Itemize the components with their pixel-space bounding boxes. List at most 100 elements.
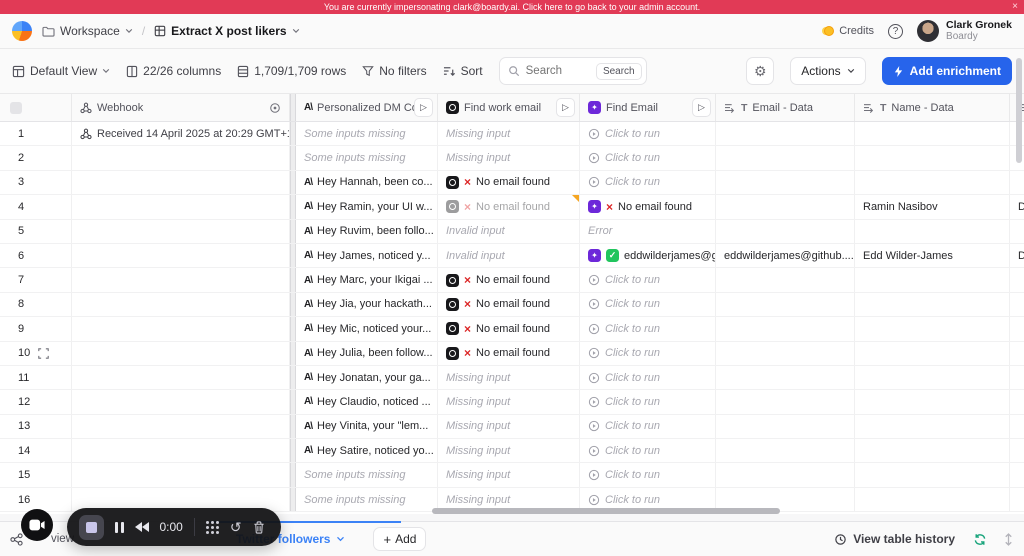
cell-email-data[interactable] (716, 365, 855, 390)
banner-close-icon[interactable]: × (1012, 1, 1018, 12)
cell-partial[interactable] (1010, 171, 1024, 194)
cell-email-data[interactable] (716, 170, 855, 195)
cell-personalized-dm[interactable]: Some inputs missing (296, 463, 438, 487)
row-height-toggle-icon[interactable] (1003, 532, 1014, 546)
cell-webhook[interactable] (72, 292, 290, 317)
actions-button[interactable]: Actions (790, 57, 866, 85)
chevron-down-icon[interactable] (292, 28, 300, 34)
cell-find-email[interactable]: ✦ ✓ eddwilderjames@g... (580, 243, 716, 268)
cell-personalized-dm[interactable]: A\ Hey Ruvim, been follo... (296, 219, 438, 243)
cell-name-data[interactable] (855, 341, 1010, 365)
search-input[interactable] (525, 65, 590, 77)
cell-find-email[interactable]: Click to run (580, 414, 716, 439)
cell-partial[interactable] (1010, 415, 1024, 438)
cell-webhook[interactable] (72, 219, 290, 243)
cell-personalized-dm[interactable]: A\ Hey Jonatan, your ga... (296, 365, 438, 390)
cell-email-data[interactable] (716, 317, 855, 341)
cell-email-data[interactable] (716, 463, 855, 487)
add-table-button[interactable]: + Add (373, 527, 427, 551)
column-header-webhook[interactable]: Webhook (72, 94, 290, 121)
run-column-button[interactable]: ▷ (556, 98, 575, 117)
row-number-cell[interactable]: 13 (0, 414, 72, 439)
cell-find-work-email[interactable]: × No email found (438, 292, 580, 317)
cell-webhook[interactable] (72, 195, 290, 219)
columns-button[interactable]: 22/26 columns (126, 64, 221, 78)
column-header-personalized-dm[interactable]: A\ Personalized DM Co ▷ (296, 94, 438, 121)
cell-webhook[interactable] (72, 414, 290, 439)
row-number-cell[interactable]: 8 (0, 292, 72, 317)
cell-name-data[interactable] (855, 219, 1010, 243)
cell-find-work-email[interactable]: Missing input (438, 146, 580, 170)
cell-find-work-email[interactable]: Missing input (438, 439, 580, 463)
cell-personalized-dm[interactable]: Some inputs missing (296, 122, 438, 146)
default-view-button[interactable]: Default View (12, 64, 110, 78)
cell-find-work-email[interactable]: × No email found (438, 341, 580, 365)
cell-find-work-email[interactable]: Invalid input (438, 243, 580, 268)
cell-webhook[interactable] (72, 146, 290, 170)
expand-row-icon[interactable] (38, 347, 50, 359)
cell-find-email[interactable]: ✦ × No email found (580, 195, 716, 219)
cell-personalized-dm[interactable]: A\ Hey Hannah, been co... (296, 170, 438, 195)
cell-webhook[interactable] (72, 317, 290, 341)
pause-recording-button[interactable] (115, 521, 124, 533)
column-header-find-work-email[interactable]: Find work email ▷ (438, 94, 580, 121)
cell-webhook[interactable] (72, 390, 290, 414)
cell-email-data[interactable]: eddwilderjames@github.... (716, 243, 855, 268)
select-all-checkbox[interactable] (10, 101, 22, 114)
target-icon[interactable] (269, 102, 281, 114)
cell-name-data[interactable] (855, 463, 1010, 487)
cell-partial[interactable] (1010, 268, 1024, 291)
run-column-button[interactable]: ▷ (692, 98, 711, 117)
breadcrumb-table-name[interactable]: Extract X post likers (171, 24, 286, 38)
cell-name-data[interactable] (855, 390, 1010, 414)
cell-webhook[interactable] (72, 243, 290, 268)
refresh-icon[interactable] (973, 533, 987, 546)
cell-email-data[interactable] (716, 122, 855, 146)
breadcrumb-workspace[interactable]: Workspace (60, 24, 120, 38)
cell-find-email[interactable]: Click to run (580, 292, 716, 317)
restart-recording-button[interactable] (134, 522, 149, 532)
cell-name-data[interactable] (855, 170, 1010, 195)
cell-find-email[interactable]: Click to run (580, 341, 716, 365)
cell-webhook[interactable] (72, 365, 290, 390)
cell-find-email[interactable]: Click to run (580, 365, 716, 390)
cell-personalized-dm[interactable]: A\ Hey Jia, your hackath... (296, 292, 438, 317)
cell-name-data[interactable] (855, 414, 1010, 439)
cell-email-data[interactable] (716, 146, 855, 170)
cell-find-email[interactable]: Click to run (580, 439, 716, 463)
cell-name-data[interactable]: Edd Wilder-James (855, 243, 1010, 268)
row-number-cell[interactable]: 6 (0, 243, 72, 268)
cell-webhook[interactable] (72, 170, 290, 195)
horizontal-scrollbar-thumb[interactable] (432, 508, 780, 514)
cell-email-data[interactable] (716, 439, 855, 463)
row-number-cell[interactable]: 15 (0, 463, 72, 487)
search-submit-chip[interactable]: Search (595, 62, 642, 80)
cell-partial[interactable] (1010, 463, 1024, 486)
cell-name-data[interactable] (855, 439, 1010, 463)
credits-button[interactable]: Credits (824, 25, 874, 37)
cell-email-data[interactable] (716, 341, 855, 365)
cell-find-email[interactable]: Click to run (580, 268, 716, 292)
cell-partial[interactable] (1010, 293, 1024, 316)
row-number-cell[interactable]: 14 (0, 439, 72, 463)
sort-button[interactable]: Sort (443, 64, 483, 78)
row-number-cell[interactable]: 10 (0, 341, 72, 365)
row-number-cell[interactable]: 9 (0, 317, 72, 341)
cell-webhook[interactable] (72, 463, 290, 487)
view-table-history-button[interactable]: View table history (834, 532, 955, 546)
cell-find-work-email[interactable]: × No email found (438, 317, 580, 341)
column-header-find-email[interactable]: ✦ Find Email ▷ (580, 94, 716, 121)
select-all-header-cell[interactable] (0, 94, 72, 121)
column-header-name-data[interactable]: T Name - Data (855, 94, 1010, 121)
settings-button[interactable]: ⚙ (746, 57, 775, 85)
cell-find-work-email[interactable]: × No email found (438, 170, 580, 195)
cell-find-email[interactable]: Click to run (580, 146, 716, 170)
cell-email-data[interactable] (716, 414, 855, 439)
cell-personalized-dm[interactable]: A\ Hey Vinita, your "lem... (296, 414, 438, 439)
cell-personalized-dm[interactable]: Some inputs missing (296, 146, 438, 170)
cell-find-email[interactable]: Click to run (580, 317, 716, 341)
cell-partial[interactable] (1010, 317, 1024, 340)
cell-find-email[interactable]: Click to run (580, 170, 716, 195)
cell-email-data[interactable] (716, 292, 855, 317)
impersonation-banner-text[interactable]: You are currently impersonating clark@bo… (324, 2, 700, 12)
